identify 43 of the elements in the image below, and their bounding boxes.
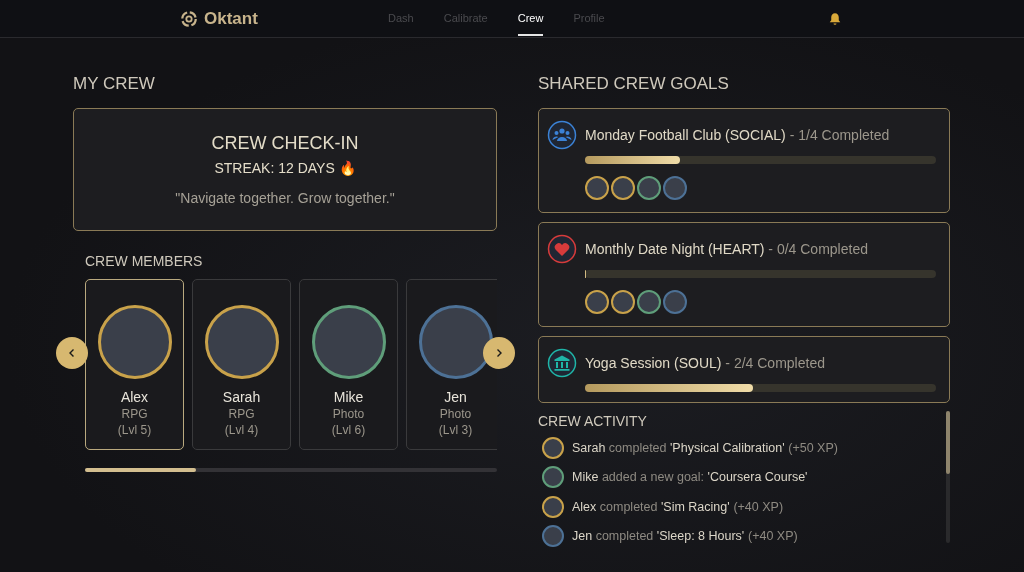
activity-text: Sarah completed 'Physical Calibration' (+50 XP) [572,440,838,455]
goal-title: Yoga Session (SOUL) - 2/4 Completed [585,355,825,371]
member-type: Photo [439,407,472,421]
member-name: Jen [444,389,467,405]
member-card[interactable]: Jen Photo (Lvl 3) [406,279,497,450]
member-level: (Lvl 4) [224,423,259,437]
goal-card[interactable]: Yoga Session (SOUL) - 2/4 Completed [538,336,950,403]
streak-text: STREAK: 12 DAYS 🔥 [214,160,356,176]
activity-text: Jen completed 'Sleep: 8 Hours' (+40 XP) [572,529,798,544]
brand-name: Oktant [204,8,258,29]
goal-title: Monday Football Club (SOCIAL) - 1/4 Completed [585,127,890,143]
goal-title: Monthly Date Night (HEART) - 0/4 Completed [585,241,868,257]
member-type: RPG [121,407,148,421]
activity-text: Alex completed 'Sim Racing' (+40 XP) [572,499,784,514]
quote-text: "Navigate together. Grow together." [175,190,395,206]
member-level: (Lvl 6) [331,423,366,437]
chevron-left-icon [67,348,77,358]
section-title: SHARED CREW GOALS [538,74,730,94]
chevron-right-icon [494,348,504,358]
activity-text: Mike added a new goal: 'Coursera Course' [572,470,808,485]
goal-card[interactable]: Monthly Date Night (HEART) - 0/4 Completed [538,222,950,327]
member-card[interactable]: Mike Photo (Lvl 6) [299,279,398,450]
notification-bell-icon[interactable] [828,11,842,26]
member-type: RPG [228,407,255,421]
member-level: (Lvl 5) [117,423,152,437]
previous-button[interactable] [56,337,88,369]
logo-icon [180,9,198,28]
member-card[interactable]: Alex RPG (Lvl 5) [85,279,184,450]
member-type: Photo [332,407,365,421]
goal-card[interactable]: Monday Football Club (SOCIAL) - 1/4 Completed [538,108,950,213]
section-title: MY CREW [73,74,156,94]
section-subtitle: CREW ACTIVITY [538,413,648,429]
checkin-title: CREW CHECK-IN [211,133,359,154]
member-name: Alex [120,389,149,405]
scroll-bar[interactable] [85,468,497,472]
member-level: (Lvl 3) [438,423,473,437]
member-name: Mike [333,389,364,405]
scroll-bar[interactable] [946,411,950,543]
member-name: Sarah [222,389,261,405]
next-button[interactable] [483,337,515,369]
nav-tab[interactable]: Crew [517,1,544,36]
section-subtitle: CREW MEMBERS [85,253,204,269]
member-card[interactable]: Sarah RPG (Lvl 4) [192,279,291,450]
